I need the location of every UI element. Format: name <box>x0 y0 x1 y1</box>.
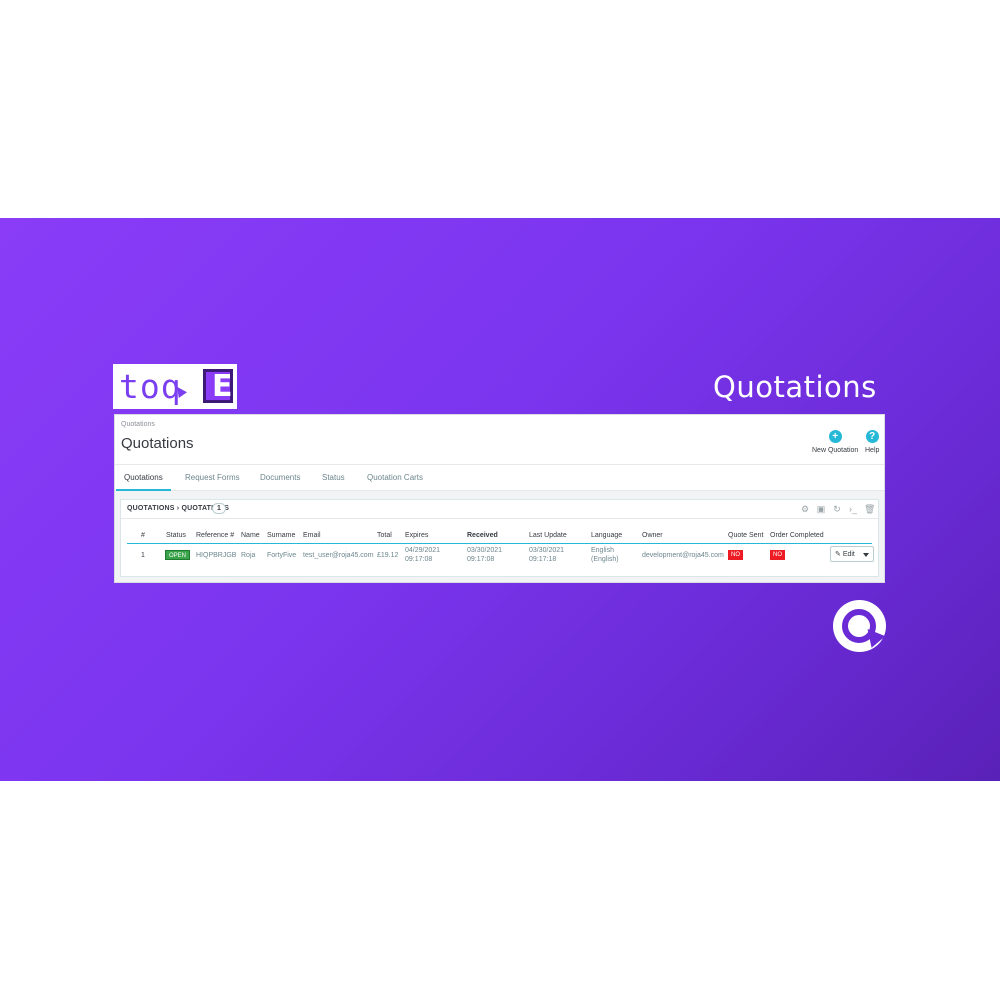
help-label: Help <box>865 447 880 454</box>
logo-letter: E <box>212 369 233 404</box>
q-brand-logo <box>833 600 886 652</box>
col-header-reference[interactable]: Reference # <box>196 532 234 539</box>
col-header-id[interactable]: # <box>141 532 145 539</box>
new-quotation-label: New Quotation <box>812 447 859 454</box>
quotations-list-card: QUOTATIONS › QUOTATIONS 1 ⚙ ▣ ↻ ›_ 🗑 # S… <box>120 499 879 577</box>
header-divider <box>127 543 872 544</box>
tab-quotations[interactable]: Quotations <box>116 465 171 491</box>
canvas: toq E Quotations Quotations Quotations +… <box>0 0 1000 1000</box>
col-header-status[interactable]: Status <box>166 532 186 539</box>
cell-reference: HIQPBRJGB <box>196 552 237 559</box>
banner-title: Quotations <box>713 370 877 404</box>
cell-received-time: 09:17:08 <box>467 556 495 563</box>
cell-updated-date: 03/30/2021 <box>529 547 565 554</box>
col-header-received[interactable]: Received <box>467 532 498 539</box>
col-header-expires[interactable]: Expires <box>405 532 428 539</box>
list-tools: ⚙ ▣ ↻ ›_ 🗑 <box>800 504 875 514</box>
cell-expires-time: 09:17:08 <box>405 556 433 563</box>
tab-quotation-carts[interactable]: Quotation Carts <box>359 465 431 491</box>
admin-panel: Quotations Quotations + New Quotation ? … <box>114 414 885 583</box>
help-button[interactable]: ? Help <box>865 430 879 454</box>
edit-button[interactable]: ✎ Edit <box>830 546 874 562</box>
col-header-name[interactable]: Name <box>241 532 260 539</box>
tab-bar: Quotations Request Forms Documents Statu… <box>115 464 884 491</box>
cell-language-sub: (English) <box>591 556 619 563</box>
col-header-quote-sent[interactable]: Quote Sent <box>728 532 763 539</box>
col-header-language[interactable]: Language <box>591 532 622 539</box>
cell-surname: FortyFive <box>267 552 297 559</box>
page-header: Quotations Quotations + New Quotation ? … <box>115 415 884 464</box>
col-header-owner[interactable]: Owner <box>642 532 663 539</box>
settings-icon[interactable]: ⚙ <box>800 504 810 514</box>
cell-language: English <box>591 547 614 554</box>
cell-owner: development@roja45.com <box>642 552 724 559</box>
cell-updated-time: 09:17:18 <box>529 556 557 563</box>
order-completed-badge: NO <box>770 550 785 560</box>
cell-email: test_user@roja45.com <box>303 552 374 559</box>
plus-circle-icon: + <box>828 430 842 443</box>
logo-text: toq <box>119 367 182 406</box>
trash-icon[interactable]: 🗑 <box>864 504 875 514</box>
list-count-badge: 1 <box>212 503 226 514</box>
refresh-icon[interactable]: ↻ <box>832 504 842 514</box>
caret-down-icon[interactable] <box>863 553 869 557</box>
cell-total: £19.12 <box>377 552 399 559</box>
tab-request-forms[interactable]: Request Forms <box>177 465 248 491</box>
list-header: QUOTATIONS › QUOTATIONS 1 ⚙ ▣ ↻ ›_ 🗑 <box>121 500 878 519</box>
cell-id: 1 <box>141 552 145 559</box>
col-header-surname[interactable]: Surname <box>267 532 295 539</box>
quote-sent-badge: NO <box>728 550 743 560</box>
help-circle-icon: ? <box>865 430 879 443</box>
export-icon[interactable]: ▣ <box>816 504 826 514</box>
col-header-total[interactable]: Total <box>377 532 392 539</box>
col-header-last-update[interactable]: Last Update <box>529 532 567 539</box>
cell-name: Roja <box>241 552 256 559</box>
cell-expires-date: 04/29/2021 <box>405 547 441 554</box>
col-header-email[interactable]: Email <box>303 532 321 539</box>
sql-icon[interactable]: ›_ <box>848 504 858 514</box>
status-badge: OPEN <box>165 550 191 560</box>
tab-documents[interactable]: Documents <box>252 465 308 491</box>
cell-received-date: 03/30/2021 <box>467 547 503 554</box>
page-title: Quotations <box>121 435 194 452</box>
pencil-icon: ✎ <box>835 551 843 558</box>
col-header-order-completed[interactable]: Order Completed <box>770 532 824 539</box>
tab-status[interactable]: Status <box>314 465 353 491</box>
logo-e-block: E <box>203 369 233 403</box>
toqe-logo: toq E <box>113 364 237 409</box>
breadcrumb[interactable]: Quotations <box>121 421 155 428</box>
edit-label: Edit <box>842 550 855 558</box>
new-quotation-button[interactable]: + New Quotation <box>812 430 858 454</box>
